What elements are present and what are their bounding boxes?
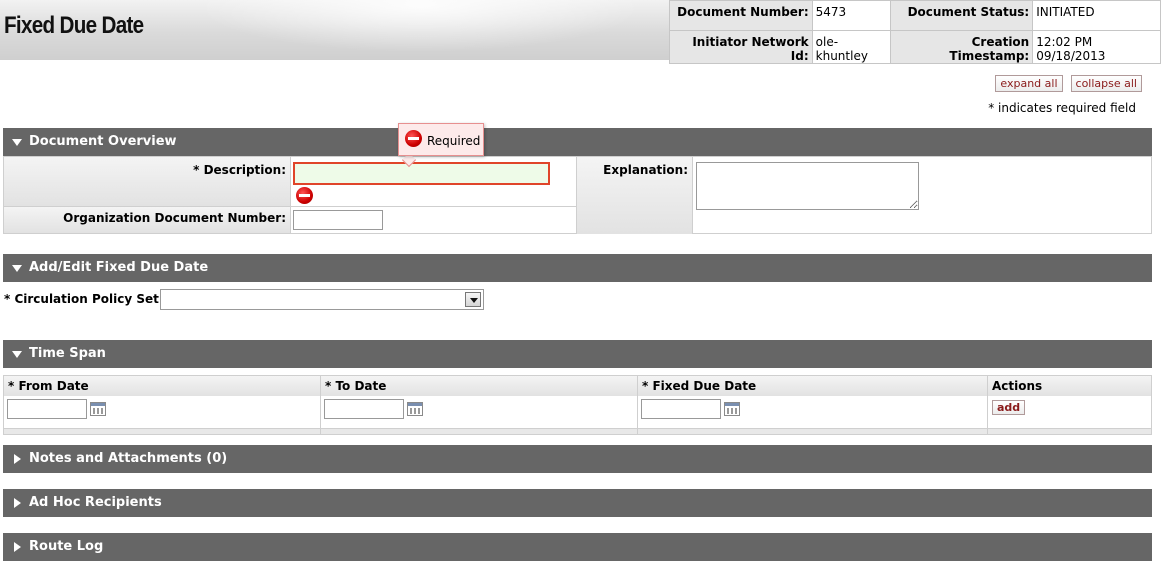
to-date-input[interactable]	[324, 399, 404, 419]
stop-error-icon	[296, 187, 313, 204]
doc-number-label: Document Number:	[669, 0, 813, 31]
doc-status-value: INITIATED	[1032, 0, 1161, 31]
doc-status-label: Document Status:	[889, 0, 1034, 31]
initiator-value: ole-khuntley	[811, 30, 891, 64]
section-title: Add/Edit Fixed Due Date	[29, 260, 209, 275]
triangle-right-icon	[14, 454, 21, 464]
triangle-right-icon	[14, 498, 21, 508]
section-title: Document Overview	[29, 134, 177, 149]
explanation-textarea[interactable]	[696, 162, 919, 210]
circulation-policy-set-label: * Circulation Policy Set:	[4, 292, 164, 306]
initiator-label: Initiator Network Id:	[669, 30, 813, 64]
table-footer-cell	[4, 428, 321, 434]
section-ad-hoc-recipients[interactable]: Ad Hoc Recipients	[3, 489, 1152, 517]
column-header-from-date: * From Date	[4, 376, 321, 396]
expand-all-button[interactable]: expand all	[995, 75, 1063, 92]
section-title: Route Log	[29, 539, 104, 554]
from-date-input[interactable]	[7, 399, 87, 419]
add-button[interactable]: add	[992, 400, 1026, 415]
collapse-all-button[interactable]: collapse all	[1070, 75, 1142, 92]
page-header: Fixed Due Date Document Number: 5473 Doc…	[0, 0, 1161, 64]
description-label: * Description:	[4, 157, 291, 207]
dropdown-arrow-icon[interactable]	[465, 292, 481, 307]
section-title: Time Span	[29, 346, 106, 361]
description-input[interactable]	[293, 162, 550, 185]
timestamp-value: 12:02 PM 09/18/2013	[1032, 30, 1161, 64]
section-add-edit-fixed-due-date[interactable]: Add/Edit Fixed Due Date	[3, 254, 1152, 282]
calendar-icon[interactable]	[90, 402, 106, 416]
fixed-due-date-input[interactable]	[641, 399, 721, 419]
expand-collapse-links: expand all collapse all	[987, 75, 1142, 92]
section-document-overview[interactable]: Document Overview	[3, 128, 1152, 156]
triangle-down-icon	[12, 265, 22, 272]
time-span-table: * From Date * To Date * Fixed Due Date A…	[3, 375, 1152, 435]
section-notes-and-attachments[interactable]: Notes and Attachments (0)	[3, 445, 1152, 473]
org-doc-number-input[interactable]	[293, 210, 383, 230]
circulation-policy-set-select[interactable]	[160, 289, 484, 310]
column-header-actions: Actions	[988, 376, 1151, 396]
header-decoration	[160, 0, 680, 60]
triangle-right-icon	[14, 542, 21, 552]
timestamp-label: Creation Timestamp:	[889, 30, 1034, 64]
tooltip-text: Required	[427, 134, 481, 148]
triangle-down-icon	[12, 139, 22, 146]
calendar-icon[interactable]	[724, 402, 740, 416]
document-info-table: Document Number: 5473 Document Status: I…	[669, 0, 1161, 64]
table-footer-cell	[638, 428, 988, 434]
column-header-to-date: * To Date	[321, 376, 638, 396]
stop-error-icon	[405, 130, 422, 147]
column-header-fixed-due-date: * Fixed Due Date	[638, 376, 988, 396]
document-overview-panel: * Description: Organization Document Num…	[3, 156, 1152, 234]
section-title: Notes and Attachments (0)	[29, 451, 228, 466]
section-route-log[interactable]: Route Log	[3, 533, 1152, 561]
table-footer-cell	[321, 428, 638, 434]
section-time-span[interactable]: Time Span	[3, 340, 1152, 368]
org-doc-number-label: Organization Document Number:	[4, 207, 291, 234]
triangle-down-icon	[12, 351, 22, 358]
explanation-label: Explanation:	[577, 157, 693, 234]
section-title: Ad Hoc Recipients	[29, 495, 162, 510]
required-tooltip: Required	[398, 123, 484, 156]
required-field-note: * indicates required field	[988, 101, 1136, 115]
table-footer-cell	[988, 428, 1151, 434]
page-title: Fixed Due Date	[4, 12, 144, 39]
doc-number-value: 5473	[811, 0, 891, 31]
calendar-icon[interactable]	[407, 402, 423, 416]
